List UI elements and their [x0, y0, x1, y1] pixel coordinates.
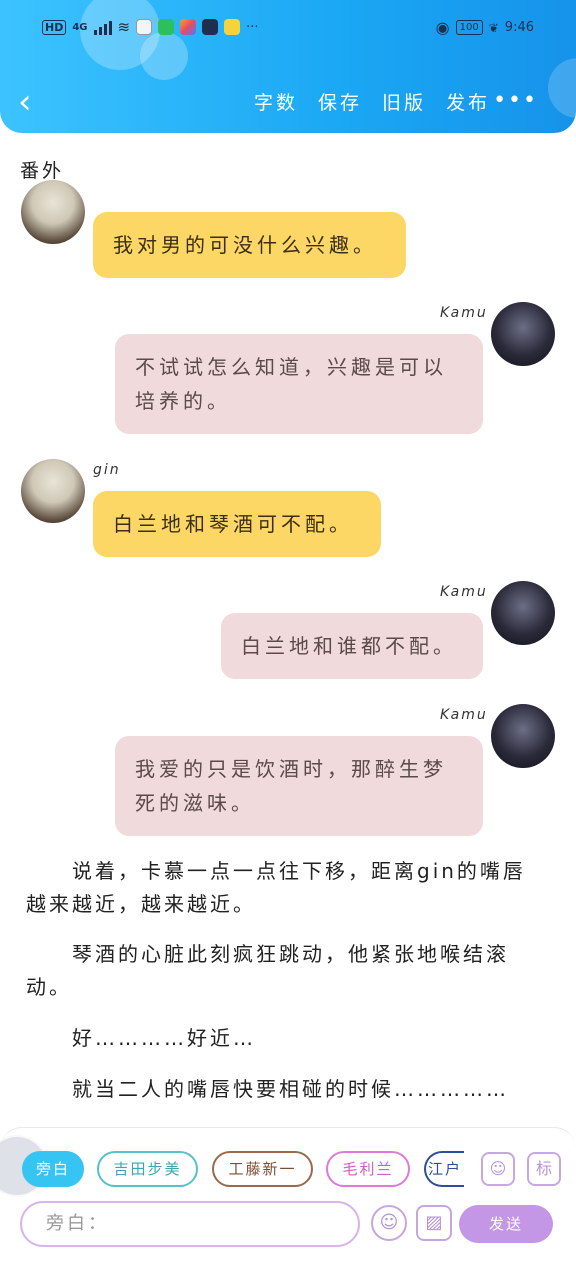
clock: 9:46 [504, 20, 534, 35]
speaker-name: Kamu [440, 584, 488, 600]
more-notifications: ··· [246, 19, 259, 35]
message-bubble[interactable]: 白兰地和琴酒可不配。 [93, 491, 381, 557]
speaker-name: gin [93, 462, 121, 478]
message-bubble[interactable]: 我爱的只是饮酒时，那醉生梦死的滋味。 [115, 736, 483, 836]
publish-button[interactable]: 发布 [446, 88, 490, 115]
wifi-icon: ≋ [117, 18, 131, 36]
app-root: HD 4G ≋ ··· ◉ 100 ❦ 9:46 ‹ 字数 保存 旧版 发布 •… [0, 0, 576, 1280]
avatar-kamu[interactable] [491, 302, 555, 366]
app-notification-icon [202, 19, 219, 35]
top-header: HD 4G ≋ ··· ◉ 100 ❦ 9:46 ‹ 字数 保存 旧版 发布 •… [0, 0, 576, 133]
avatar-kamu[interactable] [491, 581, 555, 645]
speaker-name: Kamu [440, 305, 488, 321]
app-notification-icon [224, 19, 241, 35]
word-count-button[interactable]: 字数 [254, 88, 298, 115]
chapter-title: 番外 [20, 160, 65, 182]
send-button[interactable]: 发送 [459, 1205, 553, 1243]
eye-icon: ◉ [435, 18, 450, 37]
status-bar: HD 4G ≋ ··· ◉ 100 ❦ 9:46 [0, 14, 576, 44]
signal-icon [93, 19, 112, 35]
leaf-icon: ❦ [488, 20, 499, 35]
role-chip[interactable]: 吉田步美 [97, 1151, 198, 1187]
hd-indicator: HD [42, 19, 67, 35]
role-chip-narrator[interactable]: 旁白 [22, 1151, 84, 1187]
avatar-kamu[interactable] [491, 704, 555, 768]
app-notification-icon [180, 19, 197, 35]
smiley-icon[interactable]: ☺ [371, 1205, 407, 1241]
narration-paragraph[interactable]: 好…………好近… [26, 1022, 546, 1055]
narration-paragraph[interactable]: 就当二人的嘴唇快要相碰的时候…………… [26, 1073, 546, 1106]
message-input[interactable]: 旁白： [20, 1201, 360, 1247]
battery-icon: 100 [455, 20, 483, 35]
speaker-name: Kamu [440, 707, 488, 723]
avatar-gin[interactable] [21, 180, 85, 244]
avatar-gin[interactable] [21, 459, 85, 523]
message-bubble[interactable]: 白兰地和谁都不配。 [221, 613, 483, 679]
role-chip[interactable]: 江户 [424, 1151, 464, 1187]
narration-paragraph[interactable]: 琴酒的心脏此刻疯狂跳动，他紧张地喉结滚动。 [26, 938, 546, 1004]
save-button[interactable]: 保存 [318, 88, 362, 115]
image-icon[interactable]: ▨ [416, 1205, 452, 1241]
wechat-icon [158, 19, 175, 35]
message-bubble[interactable]: 我对男的可没什么兴趣。 [93, 212, 406, 278]
more-icon[interactable]: ••• [493, 88, 538, 113]
network-type: 4G [72, 21, 88, 33]
app-notification-icon [136, 19, 153, 35]
role-chip[interactable]: 工藤新一 [212, 1151, 313, 1187]
toolbar-actions: 字数 保存 旧版 发布 [254, 88, 490, 115]
message-bubble[interactable]: 不试试怎么知道，兴趣是可以培养的。 [115, 334, 483, 434]
old-version-button[interactable]: 旧版 [382, 88, 426, 115]
role-manager-icon[interactable]: ☺ [481, 1152, 515, 1186]
tag-button[interactable]: 标 [527, 1152, 561, 1186]
role-chip[interactable]: 毛利兰 [326, 1151, 410, 1187]
toolbar: ‹ 字数 保存 旧版 发布 ••• [0, 80, 576, 126]
back-icon[interactable]: ‹ [18, 84, 50, 120]
narration-paragraph[interactable]: 说着，卡慕一点一点往下移，距离gin的嘴唇越来越近，越来越近。 [26, 855, 546, 921]
